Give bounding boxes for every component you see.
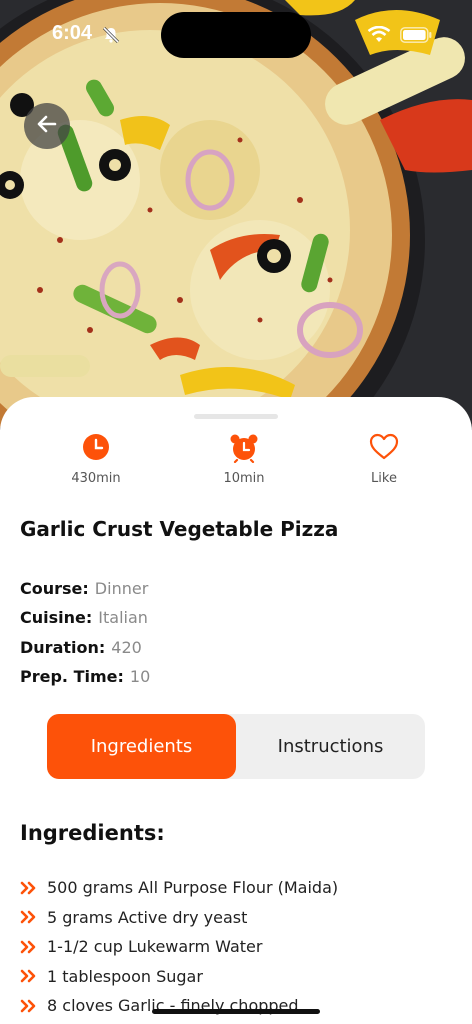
meta-key: Course:: [20, 579, 89, 598]
ingredient-text: 1 tablespoon Sugar: [47, 966, 203, 986]
double-chevron-right-icon: [20, 940, 47, 954]
status-bar: 6:04: [0, 0, 472, 70]
list-item: 500 grams All Purpose Flour (Maida): [20, 873, 338, 903]
ingredient-text: 1-1/2 cup Lukewarm Water: [47, 937, 263, 957]
double-chevron-right-icon: [20, 881, 47, 895]
meta-value: 10: [129, 667, 151, 686]
status-time: 6:04: [52, 22, 93, 44]
alarm-clock-icon: [189, 433, 299, 463]
cook-time-label: 430min: [71, 471, 121, 486]
like-label: Like: [371, 471, 397, 486]
wifi-icon: [367, 25, 391, 48]
meta-cuisine: Cuisine: Italian: [20, 608, 148, 627]
recipe-title: Garlic Crust Vegetable Pizza: [20, 517, 339, 541]
back-button[interactable]: [24, 103, 70, 149]
arrow-left-icon: [35, 112, 59, 140]
list-item: 1 tablespoon Sugar: [20, 962, 338, 992]
meta-prep-time: Prep. Time: 10: [20, 667, 150, 686]
meta-key: Prep. Time:: [20, 667, 124, 686]
like-button[interactable]: Like: [329, 433, 439, 486]
meta-course: Course: Dinner: [20, 579, 148, 598]
prep-time-label: 10min: [223, 471, 265, 486]
double-chevron-right-icon: [20, 999, 47, 1013]
list-item: 1-1/2 cup Lukewarm Water: [20, 932, 338, 962]
meta-value: 420: [111, 638, 142, 657]
ingredient-text: 5 grams Active dry yeast: [47, 907, 248, 927]
ingredients-list: 500 grams All Purpose Flour (Maida) 5 gr…: [20, 873, 338, 1021]
prep-time-stat: 10min: [189, 433, 299, 486]
tab-instructions[interactable]: Instructions: [236, 714, 425, 779]
ingredients-heading: Ingredients:: [20, 821, 165, 845]
ingredient-text: 500 grams All Purpose Flour (Maida): [47, 878, 339, 898]
meta-value: Dinner: [94, 579, 149, 598]
recipe-tab-switcher: Ingredients Instructions: [47, 714, 425, 779]
double-chevron-right-icon: [20, 910, 47, 924]
home-indicator[interactable]: [152, 1009, 320, 1014]
tab-ingredients[interactable]: Ingredients: [47, 714, 236, 779]
clock-icon: [41, 433, 151, 463]
meta-value: Italian: [98, 608, 148, 627]
battery-icon: [400, 27, 432, 47]
heart-icon: [329, 433, 439, 463]
meta-duration: Duration: 420: [20, 638, 142, 657]
cook-time-stat: 430min: [41, 433, 151, 486]
dynamic-island: [161, 12, 311, 58]
meta-key: Cuisine:: [20, 608, 93, 627]
double-chevron-right-icon: [20, 969, 47, 983]
meta-key: Duration:: [20, 638, 106, 657]
list-item: 5 grams Active dry yeast: [20, 903, 338, 933]
list-item: 8 cloves Garlic - finely chopped: [20, 991, 338, 1021]
bell-slash-icon: [102, 26, 120, 48]
sheet-grabber[interactable]: [194, 414, 278, 419]
recipe-details-sheet: 430min 10min Like Garlic Crust Vegetable…: [0, 397, 472, 1024]
